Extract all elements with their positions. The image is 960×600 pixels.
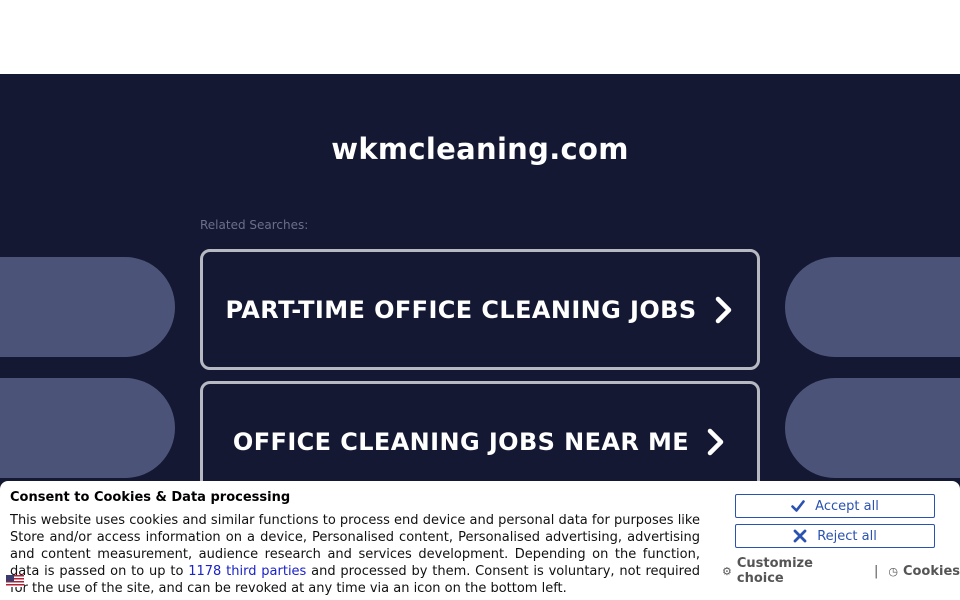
consent-text: This website uses cookies and similar fu… <box>10 512 700 597</box>
chevron-right-icon <box>705 427 727 457</box>
decorative-pill <box>0 378 175 478</box>
cookie-consent-banner: Consent to Cookies & Data processing Thi… <box>0 481 960 600</box>
cookie-icon: ◷ <box>888 564 898 578</box>
decorative-pill <box>0 257 175 357</box>
chevron-right-icon <box>713 295 735 325</box>
related-search-label: PART-TIME OFFICE CLEANING JOBS <box>225 295 697 324</box>
cookies-link[interactable]: ◷ Cookies <box>888 564 960 579</box>
x-icon <box>793 529 807 543</box>
accept-all-label: Accept all <box>815 498 879 514</box>
related-searches-label: Related Searches: <box>200 218 309 232</box>
third-parties-link[interactable]: 1178 third parties <box>188 564 306 579</box>
cookies-label: Cookies <box>902 563 960 579</box>
check-icon <box>791 499 805 513</box>
decorative-pill <box>785 378 960 478</box>
reject-all-button[interactable]: Reject all <box>735 524 935 548</box>
consent-title: Consent to Cookies & Data processing <box>10 490 291 505</box>
customize-choice-label: Customize choice <box>736 556 813 586</box>
customize-choice-link[interactable]: ⚙ Customize choice <box>722 556 864 586</box>
consent-links: ⚙ Customize choice | ◷ Cookies <box>722 556 960 586</box>
gear-icon: ⚙ <box>722 564 732 578</box>
related-search-link[interactable]: PART-TIME OFFICE CLEANING JOBS <box>200 249 760 370</box>
top-blank-area <box>0 0 960 74</box>
accept-all-button[interactable]: Accept all <box>735 494 935 518</box>
links-separator: | <box>873 563 879 579</box>
related-search-label: OFFICE CLEANING JOBS NEAR ME <box>232 427 690 456</box>
reject-all-label: Reject all <box>817 528 877 544</box>
domain-title: wkmcleaning.com <box>331 132 629 166</box>
flag-icon[interactable] <box>6 572 24 587</box>
decorative-pill <box>785 257 960 357</box>
